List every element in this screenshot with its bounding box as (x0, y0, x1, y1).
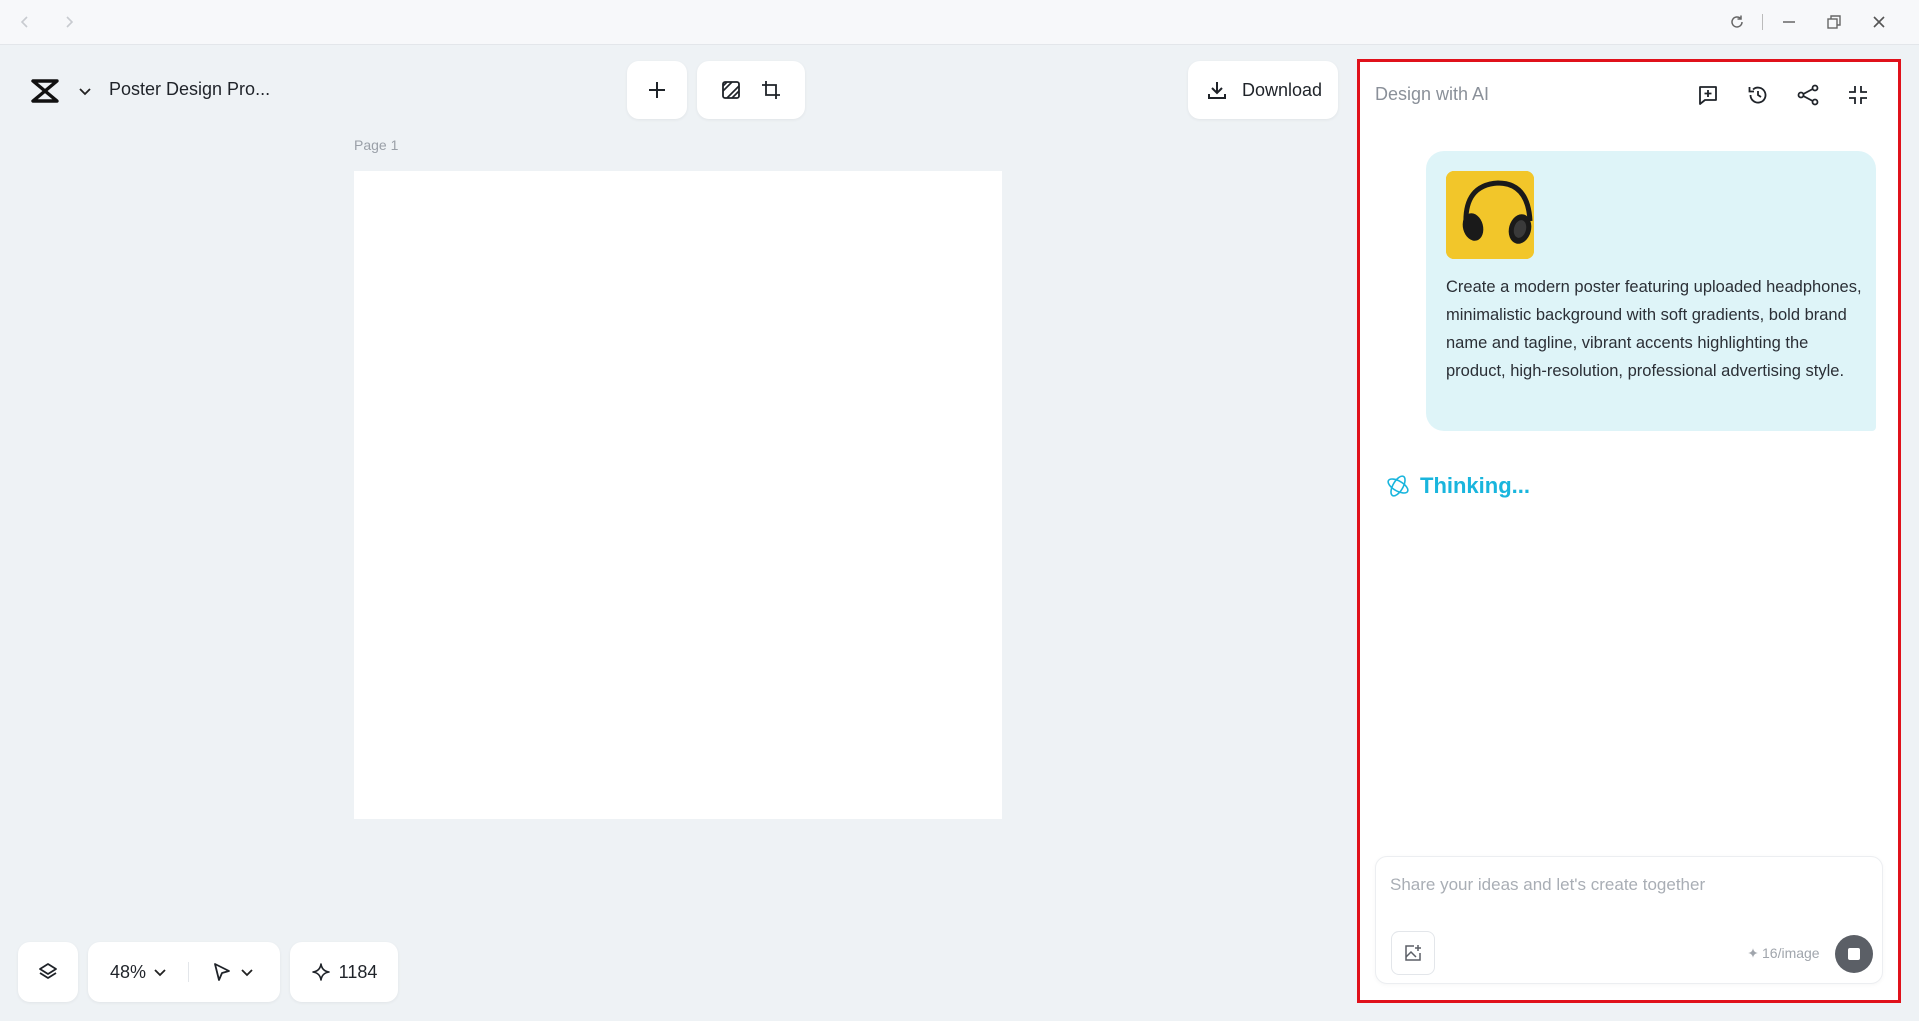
collapse-button[interactable] (1843, 80, 1873, 110)
share-icon (1797, 84, 1819, 106)
refresh-icon[interactable] (1725, 10, 1749, 34)
sparkle-icon (1748, 948, 1758, 958)
titlebar-divider (1762, 14, 1763, 30)
download-icon (1208, 82, 1226, 99)
plus-icon (649, 82, 665, 98)
ai-panel-title: Design with AI (1375, 84, 1490, 104)
resize-icon (762, 81, 780, 99)
background-icon (722, 81, 740, 99)
download-button[interactable]: Download (1188, 61, 1338, 119)
chevron-down-icon (241, 969, 253, 977)
project-name[interactable]: Poster Design Pro... (109, 79, 270, 100)
thinking-status: Thinking... (1384, 472, 1530, 500)
view-controls: 48% (88, 942, 280, 1002)
user-message-bubble: Create a modern poster featuring uploade… (1426, 151, 1876, 431)
ai-panel: Design with AI Create a modern poster fe… (1357, 59, 1901, 1003)
credits-count: 1184 (338, 961, 378, 982)
cost-label: 16/image (1762, 945, 1820, 961)
pointer-tool-dropdown[interactable] (211, 961, 255, 983)
layers-button[interactable] (18, 942, 78, 1002)
close-icon[interactable] (1867, 10, 1891, 34)
title-bar (0, 0, 1919, 45)
stop-icon (1848, 948, 1860, 960)
upload-image-button[interactable] (1391, 931, 1435, 975)
minimize-icon[interactable] (1777, 10, 1801, 34)
chevron-down-icon[interactable] (76, 82, 94, 100)
add-toolbox (627, 61, 687, 119)
new-chat-button[interactable] (1693, 80, 1723, 110)
collapse-icon (1849, 86, 1867, 104)
history-icon (1748, 86, 1767, 104)
restore-icon[interactable] (1822, 10, 1846, 34)
headphones-image (1446, 171, 1534, 259)
history-button[interactable] (1743, 80, 1773, 110)
credits-button[interactable]: 1184 (290, 942, 398, 1002)
generation-cost: 16/image (1747, 945, 1820, 961)
canvas-toolbox (697, 61, 805, 119)
divider (188, 962, 190, 982)
new-chat-icon (1699, 86, 1717, 105)
uploaded-image-thumbnail[interactable] (1446, 171, 1534, 259)
stop-generation-button[interactable] (1835, 935, 1873, 973)
capcut-logo-icon (31, 79, 59, 103)
back-icon[interactable] (13, 10, 37, 34)
download-label: Download (1242, 79, 1323, 100)
forward-icon[interactable] (57, 10, 81, 34)
zoom-dropdown[interactable]: 48% (110, 962, 168, 983)
prompt-input[interactable] (1390, 871, 1860, 899)
project-menu[interactable]: Poster Design Pro... (8, 60, 296, 122)
chevron-down-icon (154, 969, 166, 977)
layers-icon (39, 963, 57, 979)
add-image-icon (1405, 945, 1421, 961)
ai-orbit-icon (1387, 475, 1409, 497)
design-page[interactable] (354, 171, 1002, 819)
share-button[interactable] (1793, 80, 1823, 110)
cursor-icon (214, 963, 230, 981)
resize-button[interactable] (751, 70, 791, 110)
thinking-label: Thinking... (1420, 473, 1530, 498)
zoom-level: 48% (110, 961, 147, 982)
add-button[interactable] (637, 70, 677, 110)
sparkle-icon (311, 963, 330, 981)
user-message-text: Create a modern poster featuring uploade… (1446, 278, 1862, 380)
page-label: Page 1 (354, 137, 399, 153)
background-button[interactable] (711, 70, 751, 110)
prompt-composer: 16/image (1375, 856, 1883, 984)
